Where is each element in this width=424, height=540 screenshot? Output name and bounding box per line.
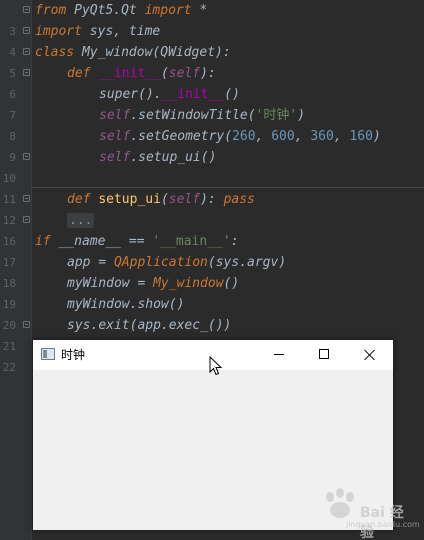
code-text: self.setWindowTitle('时钟') <box>99 108 306 123</box>
screen: 3 from PyQt5.Qt import * 4 import sys, t… <box>0 0 424 540</box>
code-text: def setup_ui(self): pass <box>67 192 255 207</box>
code-line[interactable]: 6 def __init__(self): <box>0 63 424 101</box>
code-text: self.setGeometry(260, 600, 360, 160) <box>99 129 381 144</box>
code-line[interactable]: 19 myWindow = My_window() <box>0 273 424 311</box>
baidu-paw-icon <box>326 488 354 518</box>
minimize-icon <box>274 354 284 355</box>
window-title: 时钟 <box>61 348 86 362</box>
code-line[interactable]: 10 self.setup_ui() <box>0 147 424 185</box>
code-line[interactable]: 11 <box>0 168 424 206</box>
close-button[interactable] <box>347 340 392 370</box>
fold-marker-icon[interactable] <box>23 216 30 223</box>
code-text: class My_window(QWidget): <box>35 45 231 60</box>
mouse-cursor-icon <box>209 356 223 376</box>
code-text: super().__init__() <box>99 87 240 102</box>
code-line[interactable]: 12 def setup_ui(self): pass <box>0 189 424 227</box>
maximize-icon <box>319 349 329 359</box>
code-text: myWindow = My_window() <box>67 276 240 291</box>
fold-marker-icon[interactable] <box>23 48 30 55</box>
qt-app-icon <box>41 348 55 360</box>
code-line[interactable]: 18 app = QApplication(sys.argv) <box>0 252 424 290</box>
code-line[interactable]: 4 import sys, time <box>0 21 424 59</box>
code-line[interactable]: 21 sys.exit(app.exec_()) <box>0 315 424 353</box>
code-line[interactable]: 8 self.setWindowTitle('时钟') <box>0 105 424 143</box>
code-text: import sys, time <box>35 24 161 39</box>
line-number: 22 <box>2 361 16 374</box>
code-line[interactable]: 20 myWindow.show() <box>0 294 424 332</box>
watermark-url: jingyan.baidu.com <box>346 520 420 529</box>
minimize-button[interactable] <box>257 340 302 370</box>
fold-marker-icon[interactable] <box>23 69 30 76</box>
method-separator <box>31 187 424 188</box>
collapsed-region[interactable]: ... <box>67 213 95 228</box>
code-text: sys.exit(app.exec_()) <box>67 318 232 333</box>
code-text: self.setup_ui() <box>99 150 217 165</box>
code-line[interactable]: 3 from PyQt5.Qt import * <box>0 0 424 38</box>
close-icon <box>364 349 375 360</box>
code-text: def __init__(self): <box>67 66 216 81</box>
fold-marker-icon[interactable] <box>23 321 30 328</box>
code-text: ... <box>67 210 95 231</box>
fold-marker-icon[interactable] <box>23 153 30 160</box>
code-text: app = QApplication(sys.argv) <box>67 255 287 270</box>
maximize-button[interactable] <box>302 340 347 370</box>
code-text: myWindow.show() <box>67 297 185 312</box>
code-text: if __name__ == '__main__': <box>35 234 239 249</box>
fold-marker-icon[interactable] <box>23 195 30 202</box>
fold-marker-icon[interactable] <box>23 27 30 34</box>
code-line[interactable]: 16 ... <box>0 210 424 248</box>
baidu-watermark: Bai 经验 jingyan.baidu.com <box>306 484 420 540</box>
code-line[interactable]: 7 super().__init__() <box>0 84 424 122</box>
code-line[interactable]: 17 if __name__ == '__main__': <box>0 231 424 269</box>
fold-marker-icon[interactable] <box>23 6 30 13</box>
code-line[interactable]: 9 self.setGeometry(260, 600, 360, 160) <box>0 126 424 164</box>
code-text: from PyQt5.Qt import * <box>35 3 208 18</box>
code-line[interactable]: 5 class My_window(QWidget): <box>0 42 424 80</box>
